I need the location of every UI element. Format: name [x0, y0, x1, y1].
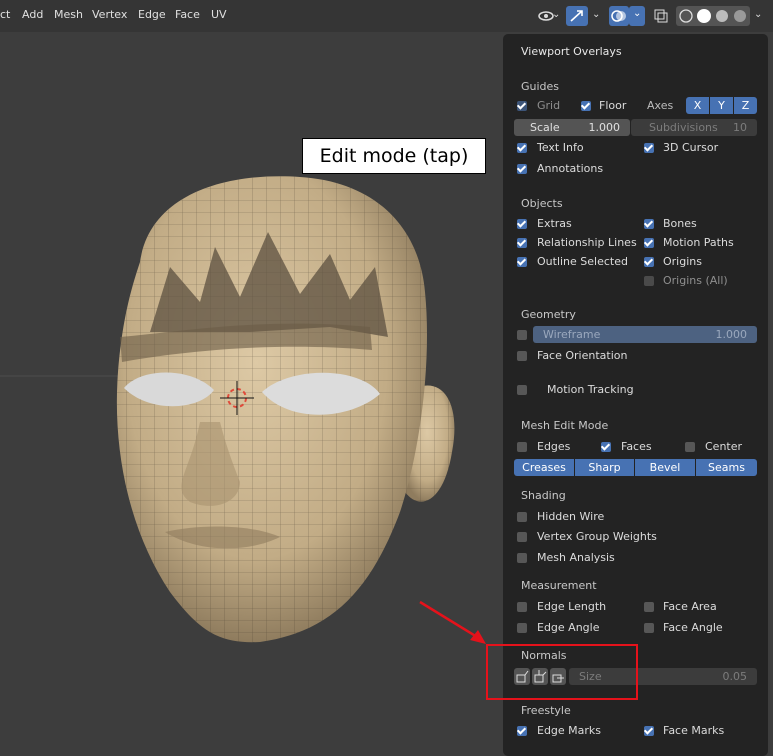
3d-cursor-checkbox[interactable] — [644, 143, 654, 153]
chevron-down-icon[interactable]: ⌄ — [754, 9, 762, 20]
motion-paths-label: Motion Paths — [663, 236, 734, 249]
annotations-label: Annotations — [537, 162, 604, 175]
menu-face[interactable]: Face — [175, 8, 200, 21]
edge-marks-label: Edge Marks — [537, 724, 602, 737]
3d-cursor-label: 3D Cursor — [663, 141, 719, 154]
floor-label: Floor — [599, 99, 627, 112]
face-orientation-checkbox[interactable] — [517, 351, 527, 361]
wireframe-checkbox[interactable] — [517, 330, 527, 340]
annotations-checkbox[interactable] — [517, 164, 527, 174]
menu-select[interactable]: ct — [0, 8, 10, 21]
grid-checkbox[interactable] — [517, 101, 527, 111]
overlays-dropdown-icon[interactable]: ⌄ — [629, 6, 645, 26]
section-objects: Objects — [521, 197, 563, 210]
center-checkbox[interactable] — [685, 442, 695, 452]
origins-label: Origins — [663, 255, 702, 268]
vertex-group-weights-checkbox[interactable] — [517, 532, 527, 542]
bones-checkbox[interactable] — [644, 219, 654, 229]
motion-paths-checkbox[interactable] — [644, 238, 654, 248]
menu-edge[interactable]: Edge — [138, 8, 166, 21]
mesh-analysis-checkbox[interactable] — [517, 553, 527, 563]
subdivisions-field[interactable]: Subdivisions 10 — [631, 119, 757, 136]
face-angle-checkbox[interactable] — [644, 623, 654, 633]
relationship-lines-label: Relationship Lines — [537, 236, 637, 249]
menu-mesh[interactable]: Mesh — [54, 8, 83, 21]
overlays-icon[interactable] — [609, 6, 629, 26]
text-info-checkbox[interactable] — [517, 143, 527, 153]
center-label: Center — [705, 440, 743, 453]
section-geometry: Geometry — [521, 308, 576, 321]
seams-toggle[interactable]: Seams — [696, 459, 757, 476]
edge-marks-checkbox[interactable] — [517, 726, 527, 736]
extras-label: Extras — [537, 217, 572, 230]
edges-checkbox[interactable] — [517, 442, 527, 452]
section-mesh-edit-mode: Mesh Edit Mode — [521, 419, 609, 432]
faces-label: Faces — [621, 440, 652, 453]
edge-angle-checkbox[interactable] — [517, 623, 527, 633]
motion-tracking-checkbox[interactable] — [517, 385, 527, 395]
bevel-toggle[interactable]: Bevel — [635, 459, 695, 476]
text-info-label: Text Info — [537, 141, 584, 154]
edge-angle-label: Edge Angle — [537, 621, 600, 634]
mode-label: Edit mode (tap) — [302, 138, 486, 174]
gizmo-icon[interactable] — [566, 6, 588, 26]
hidden-wire-checkbox[interactable] — [517, 512, 527, 522]
axis-x-toggle[interactable]: X — [686, 97, 709, 114]
edge-length-checkbox[interactable] — [517, 602, 527, 612]
hidden-wire-label: Hidden Wire — [537, 510, 605, 523]
panel-title: Viewport Overlays — [521, 45, 622, 58]
face-area-label: Face Area — [663, 600, 717, 613]
creases-toggle[interactable]: Creases — [514, 459, 574, 476]
edges-label: Edges — [537, 440, 571, 453]
relationship-lines-checkbox[interactable] — [517, 238, 527, 248]
chevron-down-icon[interactable]: ⌄ — [552, 9, 560, 20]
motion-tracking-label: Motion Tracking — [547, 383, 634, 396]
outline-selected-checkbox[interactable] — [517, 257, 527, 267]
face-marks-checkbox[interactable] — [644, 726, 654, 736]
wireframe-slider[interactable]: Wireframe 1.000 — [533, 326, 757, 343]
highlight-box — [486, 644, 638, 700]
faces-checkbox[interactable] — [601, 442, 611, 452]
extras-checkbox[interactable] — [517, 219, 527, 229]
section-guides: Guides — [521, 80, 560, 93]
header-bar: ct Add Mesh Vertex Edge Face UV ⌄ ⌄ ⌄ ⌄ — [0, 0, 773, 32]
face-marks-label: Face Marks — [663, 724, 725, 737]
floor-checkbox[interactable] — [581, 101, 591, 111]
origins-all-label: Origins (All) — [663, 274, 728, 287]
axes-label: Axes — [647, 99, 674, 112]
sharp-toggle[interactable]: Sharp — [575, 459, 634, 476]
face-orientation-label: Face Orientation — [537, 349, 628, 362]
menu-vertex[interactable]: Vertex — [92, 8, 127, 21]
section-measurement: Measurement — [521, 579, 597, 592]
xray-icon[interactable] — [651, 6, 671, 26]
menu-uv[interactable]: UV — [211, 8, 227, 21]
axis-y-toggle[interactable]: Y — [710, 97, 733, 114]
chevron-down-icon[interactable]: ⌄ — [592, 9, 600, 20]
grid-label: Grid — [537, 99, 561, 112]
edge-length-label: Edge Length — [537, 600, 607, 613]
origins-all-checkbox[interactable] — [644, 276, 654, 286]
face-area-checkbox[interactable] — [644, 602, 654, 612]
mesh-analysis-label: Mesh Analysis — [537, 551, 615, 564]
scale-field[interactable]: Scale 1.000 — [514, 119, 630, 136]
menu-add[interactable]: Add — [22, 8, 43, 21]
vertex-group-weights-label: Vertex Group Weights — [537, 530, 657, 543]
section-shading: Shading — [521, 489, 566, 502]
shading-modes — [676, 6, 750, 26]
section-freestyle: Freestyle — [521, 704, 571, 717]
origins-checkbox[interactable] — [644, 257, 654, 267]
axis-z-toggle[interactable]: Z — [734, 97, 757, 114]
outline-selected-label: Outline Selected — [537, 255, 628, 268]
bones-label: Bones — [663, 217, 697, 230]
face-angle-label: Face Angle — [663, 621, 723, 634]
